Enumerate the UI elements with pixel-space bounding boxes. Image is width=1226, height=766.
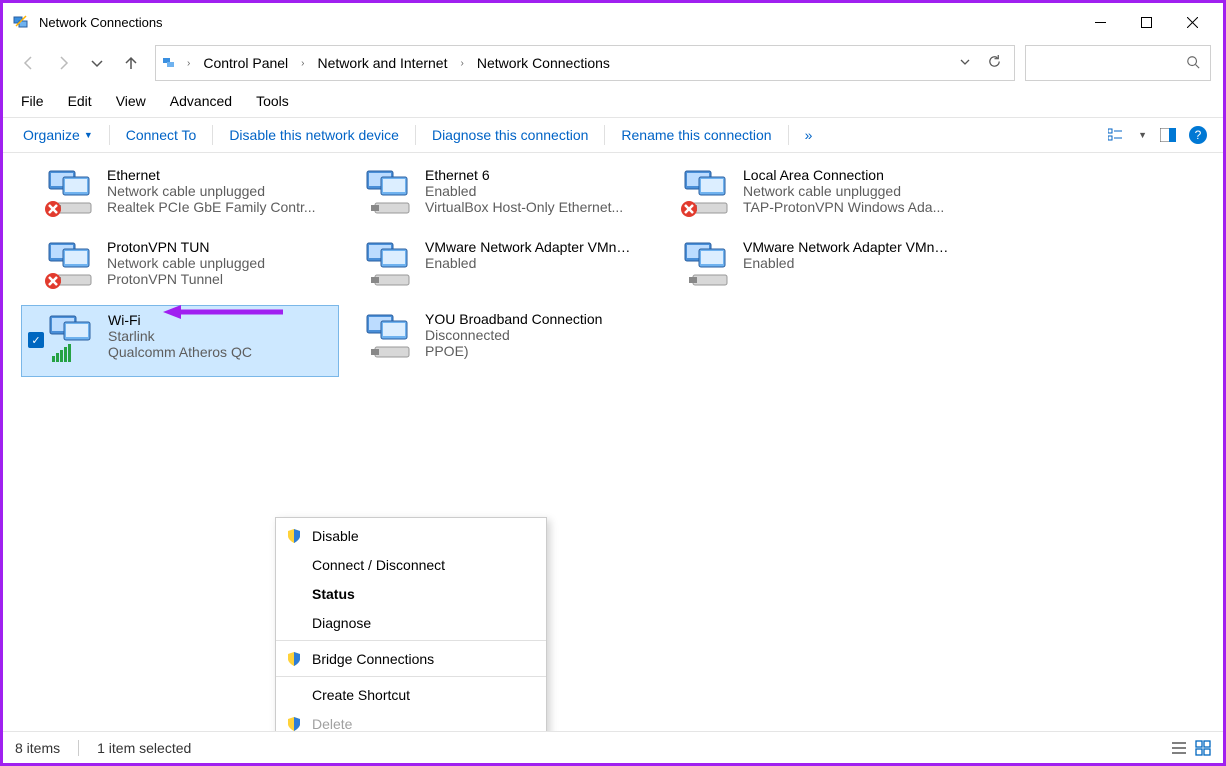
search-icon — [1186, 55, 1200, 72]
connection-status: Enabled — [425, 255, 635, 271]
command-bar: Organize▼ Connect To Disable this networ… — [3, 117, 1223, 153]
status-item-count: 8 items — [15, 740, 60, 756]
preview-pane-button[interactable] — [1157, 124, 1179, 146]
connection-item[interactable]: VMware Network Adapter VMnet1Enabled — [339, 233, 657, 305]
breadcrumb-network-connections[interactable]: Network Connections — [473, 53, 614, 73]
disable-device-button[interactable]: Disable this network device — [219, 121, 409, 149]
connection-name: VMware Network Adapter VMnet1 — [425, 239, 635, 255]
connection-device: TAP-ProtonVPN Windows Ada... — [743, 199, 944, 215]
shield-icon — [286, 716, 302, 732]
network-adapter-icon — [361, 165, 417, 221]
status-bar: 8 items 1 item selected — [3, 731, 1223, 763]
connection-item[interactable]: Local Area ConnectionNetwork cable unplu… — [657, 161, 975, 233]
ctx-disable[interactable]: Disable — [276, 521, 546, 550]
minimize-button[interactable] — [1077, 3, 1123, 41]
network-adapter-icon — [361, 309, 417, 365]
connection-status: Network cable unplugged — [743, 183, 944, 199]
connection-status: Starlink — [108, 328, 252, 344]
menu-advanced[interactable]: Advanced — [166, 91, 236, 111]
diagnose-button[interactable]: Diagnose this connection — [422, 121, 598, 149]
title-bar: Network Connections — [3, 3, 1223, 41]
connect-to-button[interactable]: Connect To — [116, 121, 207, 149]
shield-icon — [286, 651, 302, 667]
menu-file[interactable]: File — [17, 91, 48, 111]
breadcrumb-control-panel[interactable]: Control Panel — [199, 53, 292, 73]
connection-status: Enabled — [743, 255, 953, 271]
annotation-arrow-wifi — [163, 303, 283, 321]
connection-device: PPOE) — [425, 343, 602, 359]
recent-locations-dropdown[interactable] — [89, 55, 105, 71]
context-menu: Disable Connect / Disconnect Status Diag… — [275, 517, 547, 731]
connection-device: Realtek PCIe GbE Family Contr... — [107, 199, 316, 215]
selection-checkbox[interactable]: ✓ — [28, 332, 44, 348]
more-commands-button[interactable]: » — [795, 121, 823, 149]
navigation-row: › Control Panel › Network and Internet ›… — [3, 41, 1223, 85]
window-title: Network Connections — [39, 15, 163, 30]
menu-edit[interactable]: Edit — [64, 91, 96, 111]
network-adapter-icon — [679, 237, 735, 293]
network-adapter-icon — [43, 237, 99, 293]
connection-item[interactable]: EthernetNetwork cable unpluggedRealtek P… — [21, 161, 339, 233]
connection-item[interactable]: YOU Broadband ConnectionDisconnectedPPOE… — [339, 305, 657, 377]
connection-status: Network cable unplugged — [107, 183, 316, 199]
content-area: EthernetNetwork cable unpluggedRealtek P… — [3, 153, 1223, 731]
menu-tools[interactable]: Tools — [252, 91, 293, 111]
ctx-create-shortcut[interactable]: Create Shortcut — [276, 680, 546, 709]
ctx-delete: Delete — [276, 709, 546, 731]
help-button[interactable]: ? — [1189, 126, 1207, 144]
chevron-right-icon[interactable]: › — [457, 58, 466, 69]
up-button[interactable] — [123, 55, 139, 71]
network-adapter-icon — [43, 165, 99, 221]
back-button[interactable] — [21, 55, 37, 71]
connection-item[interactable]: ProtonVPN TUNNetwork cable unpluggedProt… — [21, 233, 339, 305]
window-icon — [13, 13, 31, 31]
ctx-diagnose[interactable]: Diagnose — [276, 608, 546, 637]
connection-name: ProtonVPN TUN — [107, 239, 265, 255]
refresh-button[interactable] — [987, 54, 1002, 72]
maximize-button[interactable] — [1123, 3, 1169, 41]
status-selected: 1 item selected — [97, 740, 191, 756]
ctx-bridge[interactable]: Bridge Connections — [276, 644, 546, 673]
chevron-right-icon[interactable]: › — [298, 58, 307, 69]
connection-item[interactable]: VMware Network Adapter VMnet8Enabled — [657, 233, 975, 305]
menu-bar: File Edit View Advanced Tools — [3, 85, 1223, 117]
icons-view-button[interactable] — [1195, 740, 1211, 756]
search-box[interactable] — [1025, 45, 1211, 81]
shield-icon — [286, 528, 302, 544]
close-button[interactable] — [1169, 3, 1215, 41]
connection-device: Qualcomm Atheros QC — [108, 344, 252, 360]
connection-item[interactable]: Ethernet 6EnabledVirtualBox Host-Only Et… — [339, 161, 657, 233]
ctx-status[interactable]: Status — [276, 579, 546, 608]
connection-status: Disconnected — [425, 327, 602, 343]
network-adapter-icon — [679, 165, 735, 221]
menu-view[interactable]: View — [112, 91, 150, 111]
connection-name: Local Area Connection — [743, 167, 944, 183]
control-panel-icon — [162, 55, 178, 71]
ctx-connect-disconnect[interactable]: Connect / Disconnect — [276, 550, 546, 579]
connection-device: VirtualBox Host-Only Ethernet... — [425, 199, 623, 215]
address-bar[interactable]: › Control Panel › Network and Internet ›… — [155, 45, 1015, 81]
breadcrumb-network-internet[interactable]: Network and Internet — [314, 53, 452, 73]
view-dropdown-icon[interactable]: ▼ — [1138, 130, 1147, 140]
connection-name: Ethernet — [107, 167, 316, 183]
connection-status: Network cable unplugged — [107, 255, 265, 271]
rename-button[interactable]: Rename this connection — [611, 121, 781, 149]
address-dropdown-icon[interactable] — [959, 56, 971, 71]
forward-button[interactable] — [55, 55, 71, 71]
connection-name: VMware Network Adapter VMnet8 — [743, 239, 953, 255]
organize-button[interactable]: Organize▼ — [13, 121, 103, 149]
view-options-button[interactable] — [1106, 124, 1128, 146]
connection-name: Ethernet 6 — [425, 167, 623, 183]
details-view-button[interactable] — [1171, 740, 1187, 756]
network-adapter-icon — [361, 237, 417, 293]
chevron-right-icon[interactable]: › — [184, 58, 193, 69]
network-adapter-icon — [44, 310, 100, 366]
connection-device: ProtonVPN Tunnel — [107, 271, 265, 287]
connection-status: Enabled — [425, 183, 623, 199]
connection-name: YOU Broadband Connection — [425, 311, 602, 327]
